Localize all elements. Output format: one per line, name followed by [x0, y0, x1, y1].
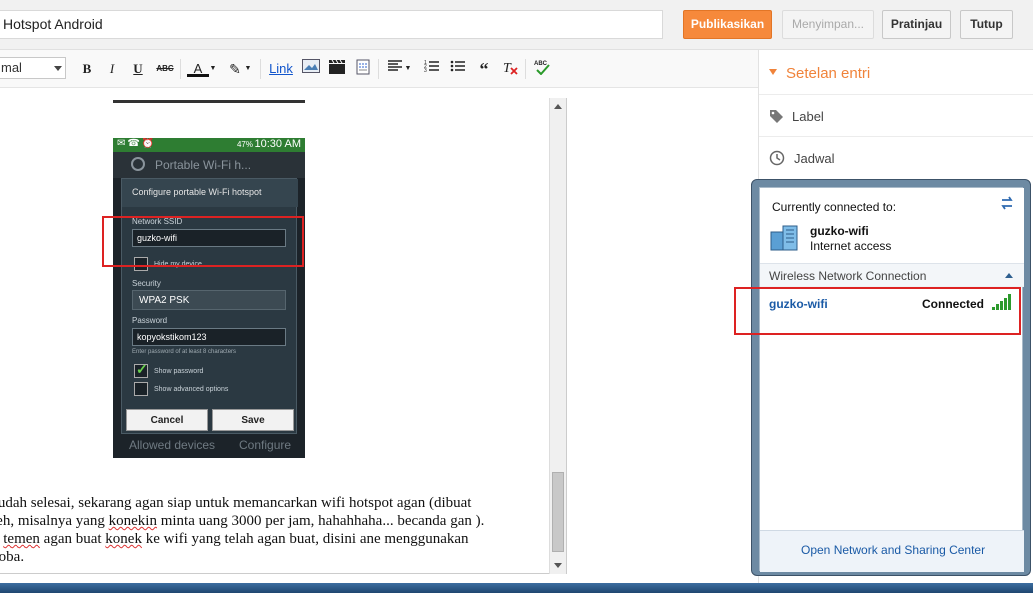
labels-label: Label [792, 109, 824, 124]
network-flyout: Currently connected to: guzko-wifi Inter… [751, 179, 1031, 576]
paragraph-format-select[interactable]: mal [0, 57, 66, 79]
scroll-up-icon[interactable] [554, 104, 562, 109]
show-advanced-label: Show advanced options [154, 386, 229, 393]
paragraph-format-value: mal [1, 60, 22, 75]
svg-text:ABC: ABC [534, 61, 548, 67]
formatting-toolbar: mal B I U ABC A ▼ ✎ ▼ Link ▼ 123 “ T ABC [0, 50, 758, 88]
network-building-icon [770, 225, 798, 251]
dialog-title: Configure portable Wi-Fi hotspot [122, 179, 298, 207]
scroll-down-icon[interactable] [554, 563, 562, 568]
post-header-bar: Hotspot Android Publikasikan Menyimpan..… [0, 0, 1033, 50]
numbered-list-icon[interactable]: 123 [423, 59, 441, 79]
show-advanced-checkbox [134, 382, 148, 396]
windows-taskbar [0, 583, 1033, 593]
chevron-down-icon [54, 66, 62, 71]
connected-network-name: guzko-wifi [810, 224, 869, 238]
refresh-icon[interactable] [999, 196, 1015, 210]
strikethrough-button[interactable]: ABC [155, 59, 175, 79]
jump-break-icon[interactable] [354, 59, 372, 79]
toolbar-divider [525, 59, 526, 79]
allowed-devices-label: Allowed devices [129, 438, 216, 452]
wireless-section-title: Wireless Network Connection [769, 269, 927, 283]
preview-button[interactable]: Pratinjau [882, 10, 951, 39]
chevron-down-icon: ▼ [404, 65, 412, 72]
security-label: Security [132, 279, 161, 288]
text-line: leh, misalnya yang konekin minta uang 30… [0, 513, 485, 529]
underline-button[interactable]: U [131, 59, 145, 79]
text-line: sudah selesai, sekarang agan siap untuk … [0, 495, 472, 511]
sidebar-item-schedule[interactable]: Jadwal [759, 137, 1033, 179]
clear-formatting-icon[interactable]: T [501, 59, 519, 79]
gear-icon [131, 157, 145, 171]
phone-status-bar: ✉☎⏰ 47% 10:30 AM [113, 138, 305, 152]
phone-cancel-button: Cancel [126, 409, 208, 431]
toolbar-divider [260, 59, 261, 79]
security-select: WPA2 PSK [132, 290, 286, 310]
post-title-input[interactable]: Hotspot Android [0, 10, 663, 39]
svg-text:T: T [503, 61, 512, 75]
show-password-checkbox [134, 361, 148, 378]
spellcheck-icon[interactable]: ABC [532, 59, 552, 79]
show-password-label: Show password [154, 368, 204, 375]
android-hotspot-screenshot: ✉☎⏰ 47% 10:30 AM Portable Wi-Fi h... Con… [113, 138, 305, 458]
editor-scrollbar[interactable] [549, 98, 566, 574]
editor-content: ✉☎⏰ 47% 10:30 AM Portable Wi-Fi h... Con… [0, 98, 549, 574]
chevron-down-icon: ▼ [209, 65, 217, 72]
blogger-editor-screen: Hotspot Android Publikasikan Menyimpan..… [0, 0, 1033, 593]
toolbar-divider [180, 59, 181, 79]
text-line: coba. [0, 549, 25, 565]
text-line: h temen agan buat konek ke wifi yang tel… [3, 531, 469, 547]
wireless-section-header[interactable]: Wireless Network Connection [760, 263, 1024, 287]
phone-action-bar: Portable Wi-Fi h... [113, 152, 305, 178]
svg-text:3: 3 [424, 68, 427, 73]
configure-label: Configure [239, 438, 292, 452]
sidebar-item-labels[interactable]: Label [759, 95, 1033, 137]
post-settings-header[interactable]: Setelan entri [759, 50, 1033, 95]
toolbar-divider [378, 59, 379, 79]
phone-save-button: Save [212, 409, 294, 431]
status-icons: ✉☎⏰ [117, 138, 157, 149]
actionbar-title: Portable Wi-Fi h... [155, 158, 252, 172]
post-body-text: sudah selesai, sekarang agan siap untuk … [0, 494, 549, 566]
save-button[interactable]: Menyimpan... [782, 10, 874, 39]
post-settings-title: Setelan entri [786, 65, 871, 82]
network-flyout-panel: Currently connected to: guzko-wifi Inter… [759, 187, 1024, 572]
align-icon[interactable] [386, 59, 404, 79]
insert-image-icon[interactable] [301, 59, 321, 79]
highlight-brush-icon[interactable]: ✎ [226, 59, 244, 79]
connection-highlight-box [734, 287, 1021, 335]
bold-button[interactable]: B [80, 59, 94, 79]
password-label: Password [132, 316, 168, 325]
battery-percent: 47% [236, 140, 253, 149]
flyout-footer: Open Network and Sharing Center [760, 530, 1024, 572]
image-bottom-edge [113, 100, 305, 103]
quote-icon[interactable]: “ [475, 59, 493, 79]
currently-connected-label: Currently connected to: [772, 200, 897, 214]
bullet-list-icon[interactable] [449, 59, 467, 79]
insert-video-icon[interactable] [327, 59, 347, 79]
tag-icon [770, 110, 783, 123]
text-color-button[interactable]: A [187, 59, 209, 77]
close-button[interactable]: Tutup [960, 10, 1013, 39]
collapse-icon[interactable] [1005, 273, 1013, 278]
current-connection: Currently connected to: guzko-wifi Inter… [760, 188, 1024, 263]
scrollbar-thumb[interactable] [552, 472, 564, 552]
internet-access-label: Internet access [810, 239, 892, 253]
post-editor[interactable]: ✉☎⏰ 47% 10:30 AM Portable Wi-Fi h... Con… [0, 98, 567, 574]
password-hint: Enter password of at least 8 characters [132, 349, 237, 355]
password-field: kopyokstikom123 [132, 328, 286, 346]
phone-clock: 10:30 AM [254, 138, 301, 150]
clock-icon [769, 150, 785, 166]
link-button[interactable]: Link [268, 59, 294, 79]
phone-bottom-bar: Allowed devices Configure [113, 434, 305, 458]
ssid-highlight-box [102, 216, 304, 267]
network-sharing-center-link[interactable]: Open Network and Sharing Center [801, 543, 985, 557]
chevron-down-icon: ▼ [244, 65, 252, 72]
schedule-label: Jadwal [794, 151, 835, 166]
triangle-down-icon [769, 69, 777, 75]
text-color-label: A [193, 61, 203, 76]
italic-button[interactable]: I [105, 59, 119, 79]
publish-button[interactable]: Publikasikan [683, 10, 772, 39]
